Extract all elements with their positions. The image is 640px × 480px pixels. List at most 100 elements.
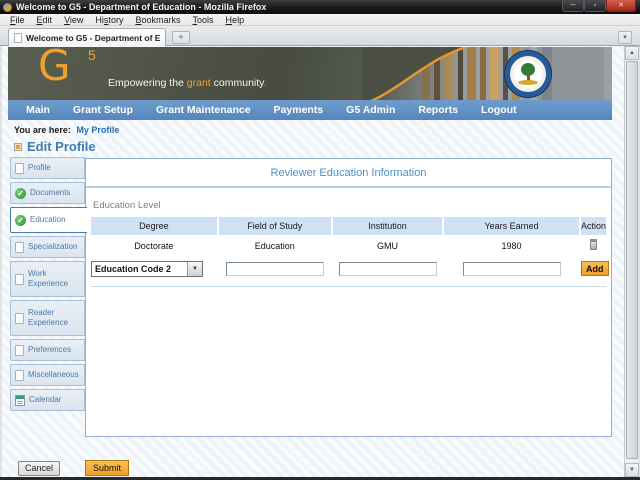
menu-history[interactable]: History (89, 15, 129, 25)
close-button[interactable]: ✕ (606, 0, 636, 12)
new-tab-button[interactable]: + (172, 31, 190, 44)
tab-list-button[interactable]: ▾ (618, 31, 632, 44)
delete-row-icon[interactable] (590, 238, 597, 250)
sidebar-item-preferences[interactable]: Preferences (10, 339, 85, 361)
years-earned-cell (444, 261, 579, 276)
menu-view[interactable]: View (58, 15, 89, 25)
check-icon: ✓ (15, 214, 26, 226)
chevron-down-icon[interactable]: ▼ (187, 261, 202, 276)
sidebar-item-label: Preferences (28, 344, 72, 354)
maximize-button[interactable]: ▫ (584, 0, 606, 12)
minimize-button[interactable]: ─ (562, 0, 584, 12)
nav-grant-setup[interactable]: Grant Setup (73, 104, 133, 116)
page-icon (14, 32, 22, 43)
sidebar-item-label: Documents (30, 187, 71, 197)
seal-inner-ring (510, 56, 546, 92)
tagline-suffix: community (210, 77, 264, 89)
education-panel: Reviewer Education Information Education… (85, 158, 612, 437)
add-button[interactable]: Add (581, 261, 609, 276)
sidebar-item-education[interactable]: ✓ Education (10, 207, 87, 233)
cell-degree: Doctorate (134, 241, 174, 251)
browser-menubar: File Edit View History Bookmarks Tools Help (0, 14, 640, 26)
page-icon (15, 241, 24, 253)
tab-title: Welcome to G5 - Department of Edu... (26, 32, 160, 43)
institution-input[interactable] (338, 261, 437, 276)
degree-select-wrap: Education Code 2 ▼ (91, 260, 217, 277)
sidebar-item-calendar[interactable]: Calendar (10, 389, 85, 411)
column-header-field-of-study: Field of Study (218, 217, 331, 235)
submit-button[interactable]: Submit (85, 460, 130, 476)
column-header-institution: Institution (332, 217, 443, 235)
page-title: Edit Profile (27, 139, 96, 154)
cell-years-earned: 1980 (501, 241, 522, 251)
page-icon (15, 344, 24, 356)
sidebar-item-profile[interactable]: Profile (10, 157, 85, 179)
tagline-prefix: Empowering the (108, 77, 187, 89)
nav-reports[interactable]: Reports (418, 104, 458, 116)
scroll-down-button[interactable]: ▼ (625, 463, 639, 477)
vertical-scrollbar[interactable]: ▲ ▼ (624, 46, 639, 477)
tagline-highlight: grant (186, 77, 211, 89)
browser-tabbar: Welcome to G5 - Department of Edu... + ▾ (0, 26, 640, 46)
nav-main[interactable]: Main (26, 104, 50, 116)
nav-logout[interactable]: Logout (481, 104, 517, 116)
window-controls: ─ ▫ ✕ (562, 0, 636, 12)
window-titlebar: Welcome to G5 - Department of Education … (0, 0, 640, 14)
sidebar-item-work-experience[interactable]: Work Experience (10, 261, 85, 297)
g5-logo-5: 5 (88, 47, 96, 63)
sidebar-item-specialization[interactable]: Specialization (10, 236, 85, 258)
cancel-button[interactable]: Cancel (18, 460, 61, 476)
seal-core (514, 60, 542, 88)
g5-banner: G 5 Empowering the grant community. (8, 47, 612, 100)
edit-bullet-icon (14, 142, 22, 151)
g5-logo-g: G (38, 47, 71, 90)
menu-help[interactable]: Help (220, 15, 251, 25)
browser-window: Welcome to G5 - Department of Education … (0, 0, 640, 480)
page-icon (15, 312, 24, 324)
cell-field-of-study: Education (254, 241, 295, 251)
degree-select[interactable]: Education Code 2 ▼ (91, 260, 203, 277)
nav-payments[interactable]: Payments (274, 104, 324, 116)
panel-title: Reviewer Education Information (86, 159, 611, 188)
column-header-action: Action (581, 217, 607, 235)
field-of-study-cell (219, 261, 331, 276)
scrollbar-thumb[interactable] (626, 61, 638, 459)
dept-of-education-seal (504, 50, 552, 98)
education-table: Degree Field of Study Institution Years Ear… (91, 217, 609, 287)
menu-bookmarks[interactable]: Bookmarks (129, 15, 186, 25)
main-nav: Main Grant Setup Grant Maintenance Payments… (8, 100, 612, 120)
breadcrumb-prefix: You are here: (14, 125, 71, 135)
table-header-row: Degree Field of Study Institution Years Ear… (91, 217, 607, 235)
profile-sidebar: Profile ✓ Documents ✓ Education Specializatio… (10, 157, 87, 414)
browser-tab[interactable]: Welcome to G5 - Department of Edu... (8, 28, 166, 46)
window-title: Welcome to G5 - Department of Education … (16, 2, 267, 12)
nav-grant-maintenance[interactable]: Grant Maintenance (156, 104, 251, 116)
column-header-years-earned: Years Earned (444, 217, 580, 235)
bookshelf-image (362, 47, 612, 100)
years-earned-input[interactable] (462, 261, 561, 276)
sidebar-item-documents[interactable]: ✓ Documents (10, 182, 85, 204)
nav-g5-admin[interactable]: G5 Admin (346, 104, 395, 116)
scroll-up-button[interactable]: ▲ (625, 46, 639, 60)
banner-tagline: Empowering the grant community. (108, 77, 267, 89)
menu-tools[interactable]: Tools (187, 15, 220, 25)
page-icon (15, 162, 24, 174)
calendar-icon (15, 394, 25, 406)
breadcrumb-my-profile-link[interactable]: My Profile (76, 125, 119, 135)
menu-file[interactable]: File (4, 15, 31, 25)
sidebar-item-miscellaneous[interactable]: Miscellaneous (10, 364, 85, 386)
check-icon: ✓ (15, 187, 26, 199)
tagline-period: . (263, 77, 267, 89)
menu-edit[interactable]: Edit (31, 15, 59, 25)
add-cell: Add (581, 257, 609, 280)
add-education-form-row: Education Code 2 ▼ Add (91, 255, 609, 287)
action-cell (581, 235, 606, 255)
institution-cell (333, 261, 442, 276)
column-header-degree: Degree (91, 217, 217, 235)
page-heading: Edit Profile (14, 139, 96, 154)
field-of-study-input[interactable] (225, 261, 324, 276)
sidebar-item-reader-experience[interactable]: Reader Experience (10, 300, 85, 336)
firefox-icon (3, 2, 12, 12)
sidebar-item-label: Education (30, 214, 66, 224)
page-icon (15, 273, 24, 285)
